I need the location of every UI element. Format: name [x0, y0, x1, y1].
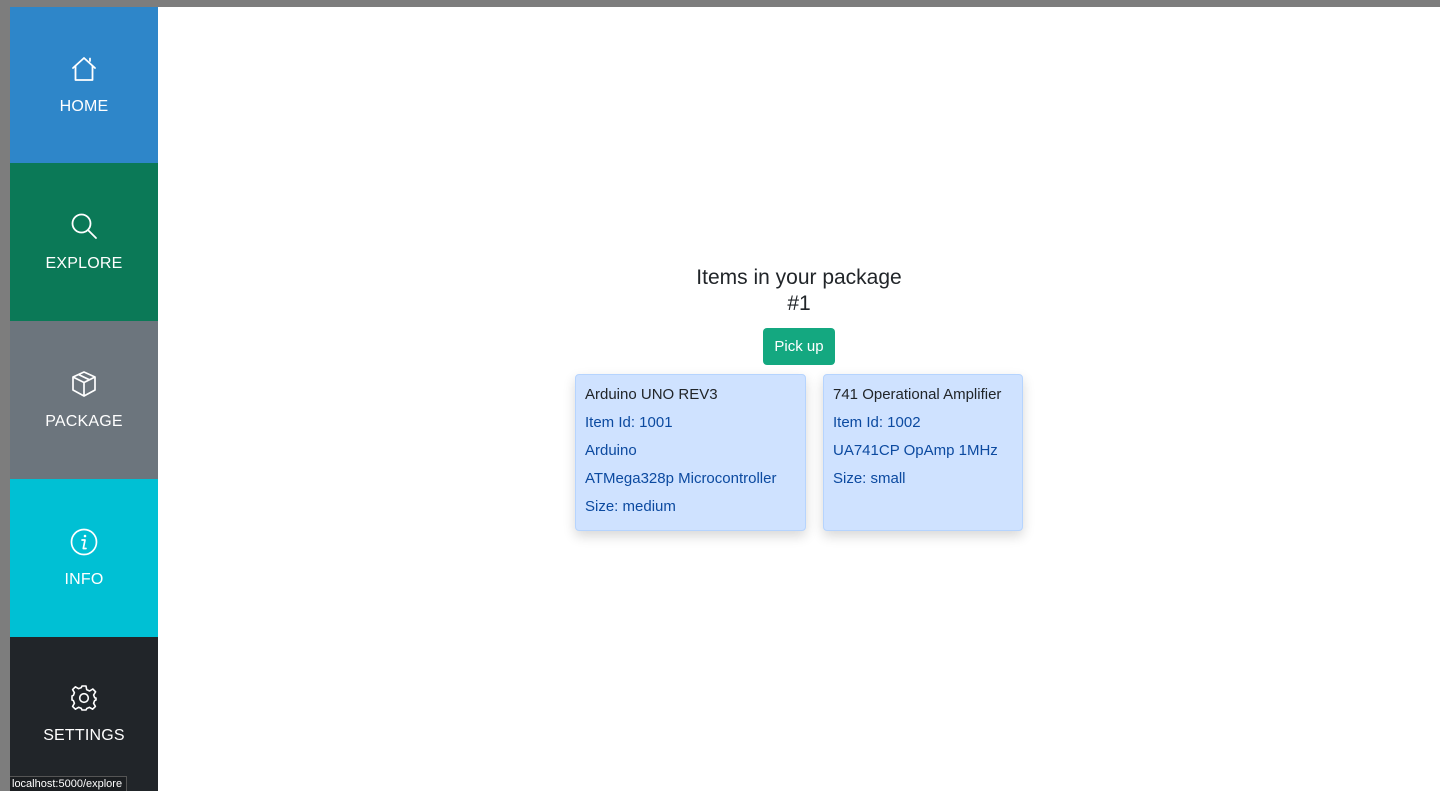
sidebar-item-explore[interactable]: EXPLORE [10, 163, 158, 321]
item-description: UA741CP OpAmp 1MHz [833, 441, 1013, 461]
sidebar-item-package[interactable]: PACKAGE [10, 321, 158, 479]
sidebar-item-label: INFO [64, 571, 103, 589]
page-title: Items in your package #1 [696, 265, 901, 317]
sidebar-item-info[interactable]: INFO [10, 479, 158, 637]
package-panel: Items in your package #1 Pick up Arduino… [158, 265, 1440, 531]
main-content: Items in your package #1 Pick up Arduino… [158, 7, 1440, 791]
search-icon [69, 211, 99, 241]
home-icon [69, 54, 99, 84]
page-title-text: Items in your package [696, 265, 901, 291]
item-brand: Arduino [585, 441, 796, 461]
sidebar-item-home[interactable]: HOME [10, 7, 158, 163]
sidebar-item-label: HOME [60, 98, 109, 116]
sidebar-item-label: SETTINGS [43, 727, 125, 745]
gear-icon [69, 683, 99, 713]
item-id: Item Id: 1001 [585, 413, 796, 433]
sidebar-item-label: EXPLORE [46, 255, 123, 273]
status-bar-url: localhost:5000/explore [10, 776, 127, 791]
item-id: Item Id: 1002 [833, 413, 1013, 433]
sidebar-item-label: PACKAGE [45, 413, 123, 431]
box-icon [69, 369, 99, 399]
sidebar: HOME EXPLORE PACKAGE [10, 7, 158, 791]
pick-up-button[interactable]: Pick up [763, 328, 834, 365]
item-card: 741 Operational Amplifier Item Id: 1002 … [823, 374, 1023, 531]
info-icon [69, 527, 99, 557]
package-number: #1 [696, 291, 901, 317]
sidebar-item-settings[interactable]: SETTINGS [10, 637, 158, 791]
item-list: Arduino UNO REV3 Item Id: 1001 Arduino A… [575, 374, 1023, 531]
item-card: Arduino UNO REV3 Item Id: 1001 Arduino A… [575, 374, 806, 531]
item-description: ATMega328p Microcontroller [585, 469, 796, 489]
item-name: Arduino UNO REV3 [585, 385, 796, 405]
item-size: Size: small [833, 469, 1013, 489]
item-name: 741 Operational Amplifier [833, 385, 1013, 405]
item-size: Size: medium [585, 497, 796, 517]
